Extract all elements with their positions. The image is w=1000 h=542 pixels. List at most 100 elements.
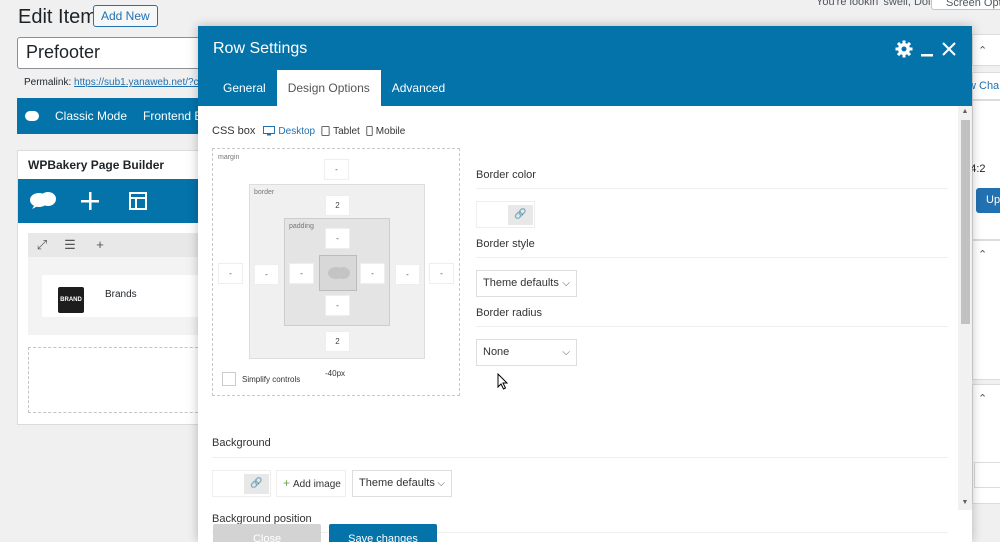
scroll-down-icon[interactable]: ▼ [961, 499, 969, 507]
padding-left-input[interactable]: - [289, 263, 314, 284]
device-desktop[interactable]: Desktop [263, 126, 315, 137]
device-mobile[interactable]: Mobile [366, 126, 405, 137]
permalink-link[interactable]: https://sub1.yanaweb.net/?c [74, 77, 199, 88]
device-tablet-label: Tablet [333, 125, 360, 137]
tablet-icon [321, 126, 330, 136]
tab-advanced[interactable]: Advanced [381, 70, 456, 106]
css-box-label: CSS box [212, 125, 256, 137]
page-title: Edit Item [18, 6, 97, 28]
close-button[interactable]: Close [213, 524, 321, 542]
add-column-icon[interactable]: + [92, 237, 108, 253]
post-title-input[interactable]: Prefooter [17, 37, 217, 69]
plus-icon[interactable] [80, 191, 100, 211]
row-settings-modal: Row Settings General Design Options Adva… [198, 26, 972, 542]
mouse-cursor-icon [497, 373, 509, 390]
padding-right-input[interactable]: - [360, 263, 385, 284]
tab-general[interactable]: General [212, 70, 277, 106]
border-right-input[interactable]: - [395, 264, 420, 285]
save-changes-button[interactable]: Save changes [329, 524, 437, 542]
margin-top-input[interactable]: - [324, 159, 349, 180]
minimize-icon[interactable] [919, 40, 937, 58]
border-radius-select[interactable]: None ⌵ [476, 339, 577, 366]
plus-icon: + [283, 476, 291, 490]
cloud-icon [328, 267, 350, 279]
chevron-down-icon: ⌵ [437, 478, 445, 489]
add-new-button[interactable]: Add New [93, 5, 158, 27]
drag-handle-icon[interactable]: ☰ [58, 237, 82, 253]
scroll-thumb[interactable] [961, 120, 970, 324]
classic-mode-button[interactable]: Classic Mode [55, 109, 127, 123]
border-label: border [254, 189, 275, 196]
close-icon[interactable] [940, 40, 958, 58]
modal-title: Row Settings [213, 40, 308, 57]
update-button[interactable]: Up [976, 188, 1000, 213]
screen-options-button[interactable]: Screen Opti [931, 0, 1000, 10]
chevron-up-icon[interactable]: ⌃ [978, 44, 987, 57]
border-color-label: Border color [476, 169, 536, 181]
link-icon[interactable]: 🔗 [244, 474, 269, 494]
sidebar-panel-fragment [972, 240, 1000, 380]
simplify-label: Simplify controls [242, 374, 301, 384]
wpbakery-cloud-icon [25, 111, 39, 121]
layout-icon[interactable] [128, 191, 148, 211]
border-radius-label: Border radius [476, 307, 543, 319]
simplify-checkbox[interactable] [222, 372, 236, 386]
css-box-header: CSS box Desktop Tablet Mobile [212, 125, 405, 137]
margin-label: margin [218, 154, 240, 161]
background-style-select[interactable]: Theme defaults ⌵ [352, 470, 452, 497]
modal-scrollbar[interactable]: ▲ ▼ [958, 106, 972, 510]
padding-label: padding [289, 223, 314, 230]
divider [476, 188, 948, 189]
border-style-select[interactable]: Theme defaults ⌵ [476, 270, 577, 297]
divider [476, 326, 948, 327]
cloud-icon[interactable] [29, 191, 57, 209]
padding-top-input[interactable]: - [325, 228, 350, 249]
row-body: BRAND Brands [28, 257, 218, 335]
divider [212, 457, 948, 458]
modal-body: CSS box Desktop Tablet Mobile margin - -… [198, 106, 972, 542]
wpbakery-box: WPBakery Page Builder ⤢ ☰ + BRAND Brands [17, 150, 218, 425]
scroll-up-icon[interactable]: ▲ [961, 108, 969, 116]
border-color-picker[interactable]: 🔗 [476, 201, 535, 228]
howdy-text: You're lookin' swell, Dolly [816, 0, 939, 8]
device-desktop-label: Desktop [278, 125, 316, 137]
row-controls: ⤢ ☰ + [28, 233, 218, 257]
background-color-picker[interactable]: 🔗 [212, 470, 271, 497]
border-style-label: Border style [476, 238, 535, 250]
gear-icon[interactable] [895, 40, 913, 58]
chars-text[interactable]: w Cha [968, 80, 999, 92]
brands-label: Brands [105, 289, 137, 300]
add-image-button[interactable]: + Add image [276, 470, 346, 497]
border-bottom-input[interactable]: 2 [325, 331, 350, 352]
expand-icon[interactable]: ⤢ [34, 237, 50, 253]
margin-left-input[interactable]: - [218, 263, 243, 284]
wpbakery-title: WPBakery Page Builder [28, 158, 165, 172]
device-mobile-label: Mobile [375, 125, 406, 137]
chevron-up-icon[interactable]: ⌃ [978, 248, 987, 261]
tab-design-options[interactable]: Design Options [276, 70, 381, 106]
border-top-input[interactable]: 2 [325, 195, 350, 216]
editor-mode-bar: Classic Mode Frontend Ed [17, 98, 217, 134]
desktop-icon [263, 126, 276, 136]
padding-box: padding - - - - [284, 218, 390, 326]
border-left-input[interactable]: - [254, 264, 279, 285]
margin-bottom-input[interactable]: -40px [325, 369, 345, 378]
border-radius-value: None [483, 346, 510, 358]
simplify-controls[interactable]: Simplify controls [222, 372, 300, 386]
device-tablet[interactable]: Tablet [321, 126, 360, 137]
brands-element[interactable]: BRAND Brands [42, 275, 212, 317]
background-label: Background [212, 437, 271, 449]
select-fragment[interactable] [974, 462, 1000, 488]
margin-right-input[interactable]: - [429, 263, 454, 284]
chevron-up-icon[interactable]: ⌃ [978, 392, 987, 405]
content-box [319, 255, 357, 291]
modal-tabs: General Design Options Advanced [212, 70, 456, 106]
chevron-down-icon: ⌵ [562, 278, 570, 289]
padding-bottom-input[interactable]: - [325, 295, 350, 316]
link-icon[interactable]: 🔗 [508, 205, 533, 225]
css-box-editor: margin - - - border 2 - - 2 padding - - … [212, 148, 460, 396]
background-style-value: Theme defaults [359, 477, 435, 489]
brand-logo: BRAND [58, 287, 84, 313]
add-image-label: Add image [293, 479, 341, 490]
empty-row-placeholder[interactable] [28, 347, 218, 413]
